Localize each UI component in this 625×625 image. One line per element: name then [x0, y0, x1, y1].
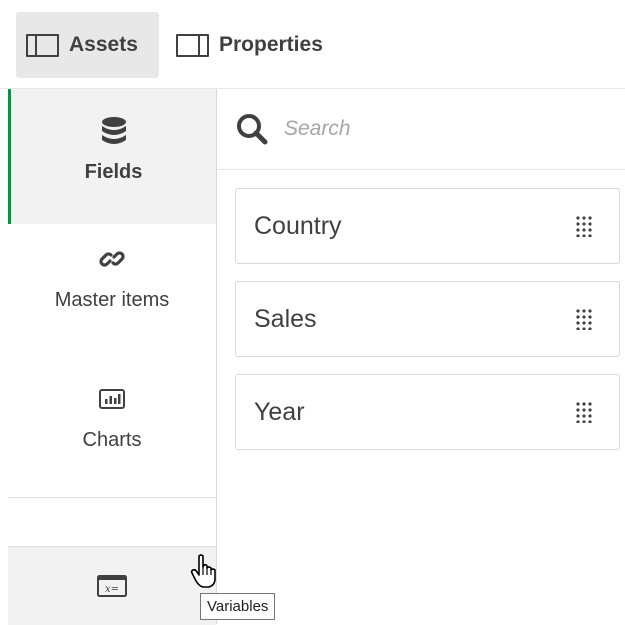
hand-cursor-icon — [190, 553, 220, 594]
svg-text:x=: x= — [105, 584, 119, 595]
drag-handle-icon[interactable] — [575, 401, 597, 424]
assets-tab[interactable]: Assets — [16, 12, 159, 78]
sidebar-item-label: Fields — [84, 161, 143, 183]
database-icon — [100, 111, 128, 151]
tooltip: Variables — [200, 593, 276, 620]
field-item-sales[interactable]: Sales — [235, 281, 620, 357]
sidebar-item-charts[interactable]: Charts — [8, 379, 216, 489]
bar-chart-icon — [99, 379, 125, 419]
link-icon — [99, 239, 125, 279]
search-icon[interactable] — [234, 111, 270, 147]
top-toolbar: Assets Properties — [0, 0, 625, 89]
field-item-label: Year — [254, 397, 305, 426]
sidebar-item-label: Charts — [82, 429, 142, 451]
variables-icon: x= — [97, 566, 127, 606]
assets-sidebar: Fields Master items Charts x= — [0, 89, 217, 625]
sidebar-divider — [8, 497, 216, 498]
field-item-label: Country — [254, 211, 342, 240]
search-input[interactable] — [282, 116, 586, 142]
sidebar-item-master-items[interactable]: Master items — [8, 239, 216, 349]
assets-tab-label: Assets — [69, 33, 138, 56]
right-panel-icon — [176, 33, 209, 57]
drag-handle-icon[interactable] — [575, 215, 597, 238]
field-item-label: Sales — [254, 304, 317, 333]
sidebar-item-label: Master items — [54, 289, 170, 311]
left-panel-icon — [26, 33, 59, 57]
search-bar — [218, 89, 625, 170]
field-item-country[interactable]: Country — [235, 188, 620, 264]
field-item-year[interactable]: Year — [235, 374, 620, 450]
drag-handle-icon[interactable] — [575, 308, 597, 331]
properties-tab-label: Properties — [219, 33, 323, 56]
sidebar-item-fields[interactable]: Fields — [8, 89, 216, 224]
properties-tab[interactable]: Properties — [168, 12, 368, 78]
sidebar-item-variables[interactable]: x= — [8, 546, 216, 625]
